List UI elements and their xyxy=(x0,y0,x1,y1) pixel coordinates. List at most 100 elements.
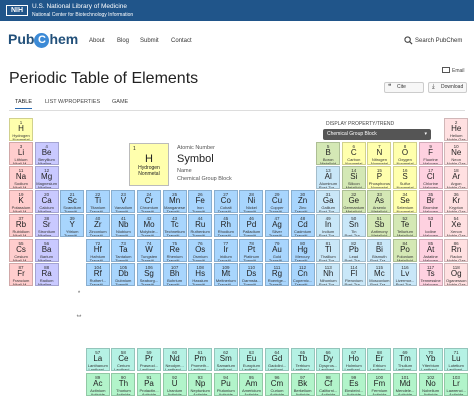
element-tc[interactable]: 43 Tc Technetium Transiti... xyxy=(162,214,187,238)
element-pr[interactable]: 59 Pr Praseod... Lanthani... xyxy=(137,348,161,371)
element-sg[interactable]: 106 Sg Seaborg... Transiti... xyxy=(137,262,161,286)
element-th[interactable]: 90 Th Thorium Actinide xyxy=(111,372,136,396)
element-p[interactable]: 15 P Phosphorus Nonmetal xyxy=(367,166,392,190)
element-lr[interactable]: 103 Lr Lawrenci... Actinide xyxy=(444,372,469,396)
element-ge[interactable]: 32 Ge Germanium Metalloid xyxy=(341,190,366,214)
element-xe[interactable]: 54 Xe Xenon Noble Gas xyxy=(444,214,469,238)
element-pu[interactable]: 94 Pu Plutonium Actinide xyxy=(213,372,238,396)
element-os[interactable]: 76 Os Osmium Transiti... xyxy=(188,238,213,262)
element-hf[interactable]: 72 Hf Hafnium Transiti... xyxy=(85,238,110,262)
element-ir[interactable]: 77 Ir Iridium Transiti... xyxy=(213,238,238,262)
element-mt[interactable]: 109 Mt Meitnerium Transiti... xyxy=(213,262,238,286)
element-rb[interactable]: 37 Rb Rubidium Alkali M... xyxy=(9,214,33,238)
pubchem-logo[interactable]: Pub Chem xyxy=(8,31,78,48)
element-pa[interactable]: 91 Pa Protactin... Actinide xyxy=(137,372,161,396)
element-be[interactable]: 4 Be Beryllium Alkaline ... xyxy=(34,142,59,166)
cite-button[interactable]: ❝ Cite xyxy=(384,82,424,93)
nav-submit[interactable]: Submit xyxy=(140,38,159,44)
element-cl[interactable]: 17 Cl Chlorine Halogen xyxy=(418,166,443,190)
element-es[interactable]: 99 Es Einsteini... Actinide xyxy=(341,372,366,396)
element-db[interactable]: 105 Db Dubnium Transiti... xyxy=(111,262,136,286)
element-br[interactable]: 35 Br Bromine Halogen xyxy=(418,190,443,214)
element-mg[interactable]: 12 Mg Magnesium Alkaline ... xyxy=(34,166,59,190)
element-cn[interactable]: 112 Cn Copernic... Transiti... xyxy=(290,262,315,286)
element-po[interactable]: 84 Po Polonium Metalloid xyxy=(393,238,417,262)
element-ar[interactable]: 18 Ar Argon Noble Gas xyxy=(444,166,469,190)
nav-contact[interactable]: Contact xyxy=(171,38,192,44)
element-rf[interactable]: 104 Rf Rutherf... Transiti... xyxy=(85,262,110,286)
element-fl[interactable]: 114 Fl Flerovium Post-Tra... xyxy=(341,262,366,286)
element-ne[interactable]: 10 Ne Neon Noble Gas xyxy=(444,142,469,166)
email-link[interactable]: Email xyxy=(452,68,465,74)
element-v[interactable]: 23 V Vanadium Transiti... xyxy=(111,190,136,214)
element-co[interactable]: 27 Co Cobalt Transiti... xyxy=(213,190,238,214)
element-k[interactable]: 19 K Potassium Alkali M... xyxy=(9,190,33,214)
email-icon[interactable] xyxy=(442,67,450,73)
element-er[interactable]: 68 Er Erbium Lanthani... xyxy=(367,348,392,371)
element-ds[interactable]: 110 Ds Darmsta... Transiti... xyxy=(239,262,264,286)
element-ti[interactable]: 22 Ti Titanium Transiti... xyxy=(85,190,110,214)
element-md[interactable]: 101 Md Mendele... Actinide xyxy=(393,372,417,396)
element-no[interactable]: 102 No Nobelium Actinide xyxy=(418,372,443,396)
element-sn[interactable]: 50 Sn Tin Post-Tra... xyxy=(341,214,366,238)
tab-table[interactable]: TABLE xyxy=(15,99,33,109)
element-o[interactable]: 8 O Oxygen Nonmetal xyxy=(393,142,417,166)
element-fr[interactable]: 87 Fr Francium Alkali M... xyxy=(9,262,33,286)
nih-logo[interactable]: NIH xyxy=(6,5,28,16)
element-ts[interactable]: 117 Ts Tennessine Halogen xyxy=(418,262,443,286)
element-mc[interactable]: 115 Mc Moscovium Post-Tra... xyxy=(367,262,392,286)
element-as[interactable]: 33 As Arsenic Metalloid xyxy=(367,190,392,214)
element-c[interactable]: 6 C Carbon Nonmetal xyxy=(341,142,366,166)
element-la[interactable]: 57 La Lanthanum Lanthani... xyxy=(85,348,110,371)
element-sc[interactable]: 21 Sc Scandium Transiti... xyxy=(60,190,85,214)
element-se[interactable]: 34 Se Selenium Nonmetal xyxy=(393,190,417,214)
nih-banner-subtitle[interactable]: National Center for Biotechnology Inform… xyxy=(32,12,133,18)
element-in[interactable]: 49 In Indium Post-Tra... xyxy=(316,214,341,238)
element-mo[interactable]: 42 Mo Molybde... Transiti... xyxy=(137,214,161,238)
element-ba[interactable]: 56 Ba Barium Alkaline ... xyxy=(34,238,59,262)
element-al[interactable]: 13 Al Aluminum Post-Tra... xyxy=(316,166,341,190)
element-pm[interactable]: 61 Pm Prometh... Lanthani... xyxy=(188,348,213,371)
element-tm[interactable]: 69 Tm Thulium Lanthani... xyxy=(393,348,417,371)
element-mn[interactable]: 25 Mn Manganese Transiti... xyxy=(162,190,187,214)
element-re[interactable]: 75 Re Rhenium Transiti... xyxy=(162,238,187,262)
element-fe[interactable]: 26 Fe Iron Transiti... xyxy=(188,190,213,214)
element-zn[interactable]: 30 Zn Zinc Transiti... xyxy=(290,190,315,214)
element-f[interactable]: 9 F Fluorine Halogen xyxy=(418,142,443,166)
element-cm[interactable]: 96 Cm Curium Actinide xyxy=(265,372,289,396)
element-ca[interactable]: 20 Ca Calcium Alkaline ... xyxy=(34,190,59,214)
element-tl[interactable]: 81 Tl Thallium Post-Tra... xyxy=(316,238,341,262)
element-ag[interactable]: 47 Ag Silver Transiti... xyxy=(265,214,289,238)
element-ga[interactable]: 31 Ga Gallium Post-Tra... xyxy=(316,190,341,214)
element-hg[interactable]: 80 Hg Mercury Transiti... xyxy=(290,238,315,262)
display-property-select[interactable]: Chemical Group Block ▾ xyxy=(323,129,431,140)
element-ta[interactable]: 73 Ta Tantalum Transiti... xyxy=(111,238,136,262)
element-w[interactable]: 74 W Tungsten Transiti... xyxy=(137,238,161,262)
element-bh[interactable]: 107 Bh Bohrium Transiti... xyxy=(162,262,187,286)
element-pd[interactable]: 46 Pd Palladium Transiti... xyxy=(239,214,264,238)
element-nd[interactable]: 60 Nd Neodym... Lanthani... xyxy=(162,348,187,371)
element-cf[interactable]: 98 Cf Californi... Actinide xyxy=(316,372,341,396)
element-li[interactable]: 3 Li Lithium Alkali M... xyxy=(9,142,33,166)
element-gd[interactable]: 64 Gd Gadolini... Lanthani... xyxy=(265,348,289,371)
element-sb[interactable]: 51 Sb Antimony Metalloid xyxy=(367,214,392,238)
element-rh[interactable]: 45 Rh Rhodium Transiti... xyxy=(213,214,238,238)
tab-list-with-properties[interactable]: LIST W/PROPERTIES xyxy=(45,99,100,105)
element-i[interactable]: 53 I Iodine Halogen xyxy=(418,214,443,238)
element-yb[interactable]: 70 Yb Ytterbium Lanthani... xyxy=(418,348,443,371)
element-ni[interactable]: 28 Ni Nickel Transiti... xyxy=(239,190,264,214)
element-he[interactable]: 2 He Helium Noble Gas xyxy=(444,118,469,141)
element-eu[interactable]: 63 Eu Europium Lanthani... xyxy=(239,348,264,371)
search-icon[interactable] xyxy=(404,36,413,45)
element-bi[interactable]: 83 Bi Bismuth Post-Tra... xyxy=(367,238,392,262)
element-b[interactable]: 5 B Boron Metalloid xyxy=(316,142,341,166)
element-bk[interactable]: 97 Bk Berkelium Actinide xyxy=(290,372,315,396)
element-sm[interactable]: 62 Sm Samarium Lanthani... xyxy=(213,348,238,371)
nav-blog[interactable]: Blog xyxy=(117,38,129,44)
element-cr[interactable]: 24 Cr Chromium Transiti... xyxy=(137,190,161,214)
element-na[interactable]: 11 Na Sodium Alkali M... xyxy=(9,166,33,190)
element-h[interactable]: 1 H Hydrogen Nonmetal xyxy=(9,118,33,141)
element-ho[interactable]: 67 Ho Holmium Lanthani... xyxy=(341,348,366,371)
element-au[interactable]: 79 Au Gold Transiti... xyxy=(265,238,289,262)
element-ce[interactable]: 58 Ce Cerium Lanthani... xyxy=(111,348,136,371)
